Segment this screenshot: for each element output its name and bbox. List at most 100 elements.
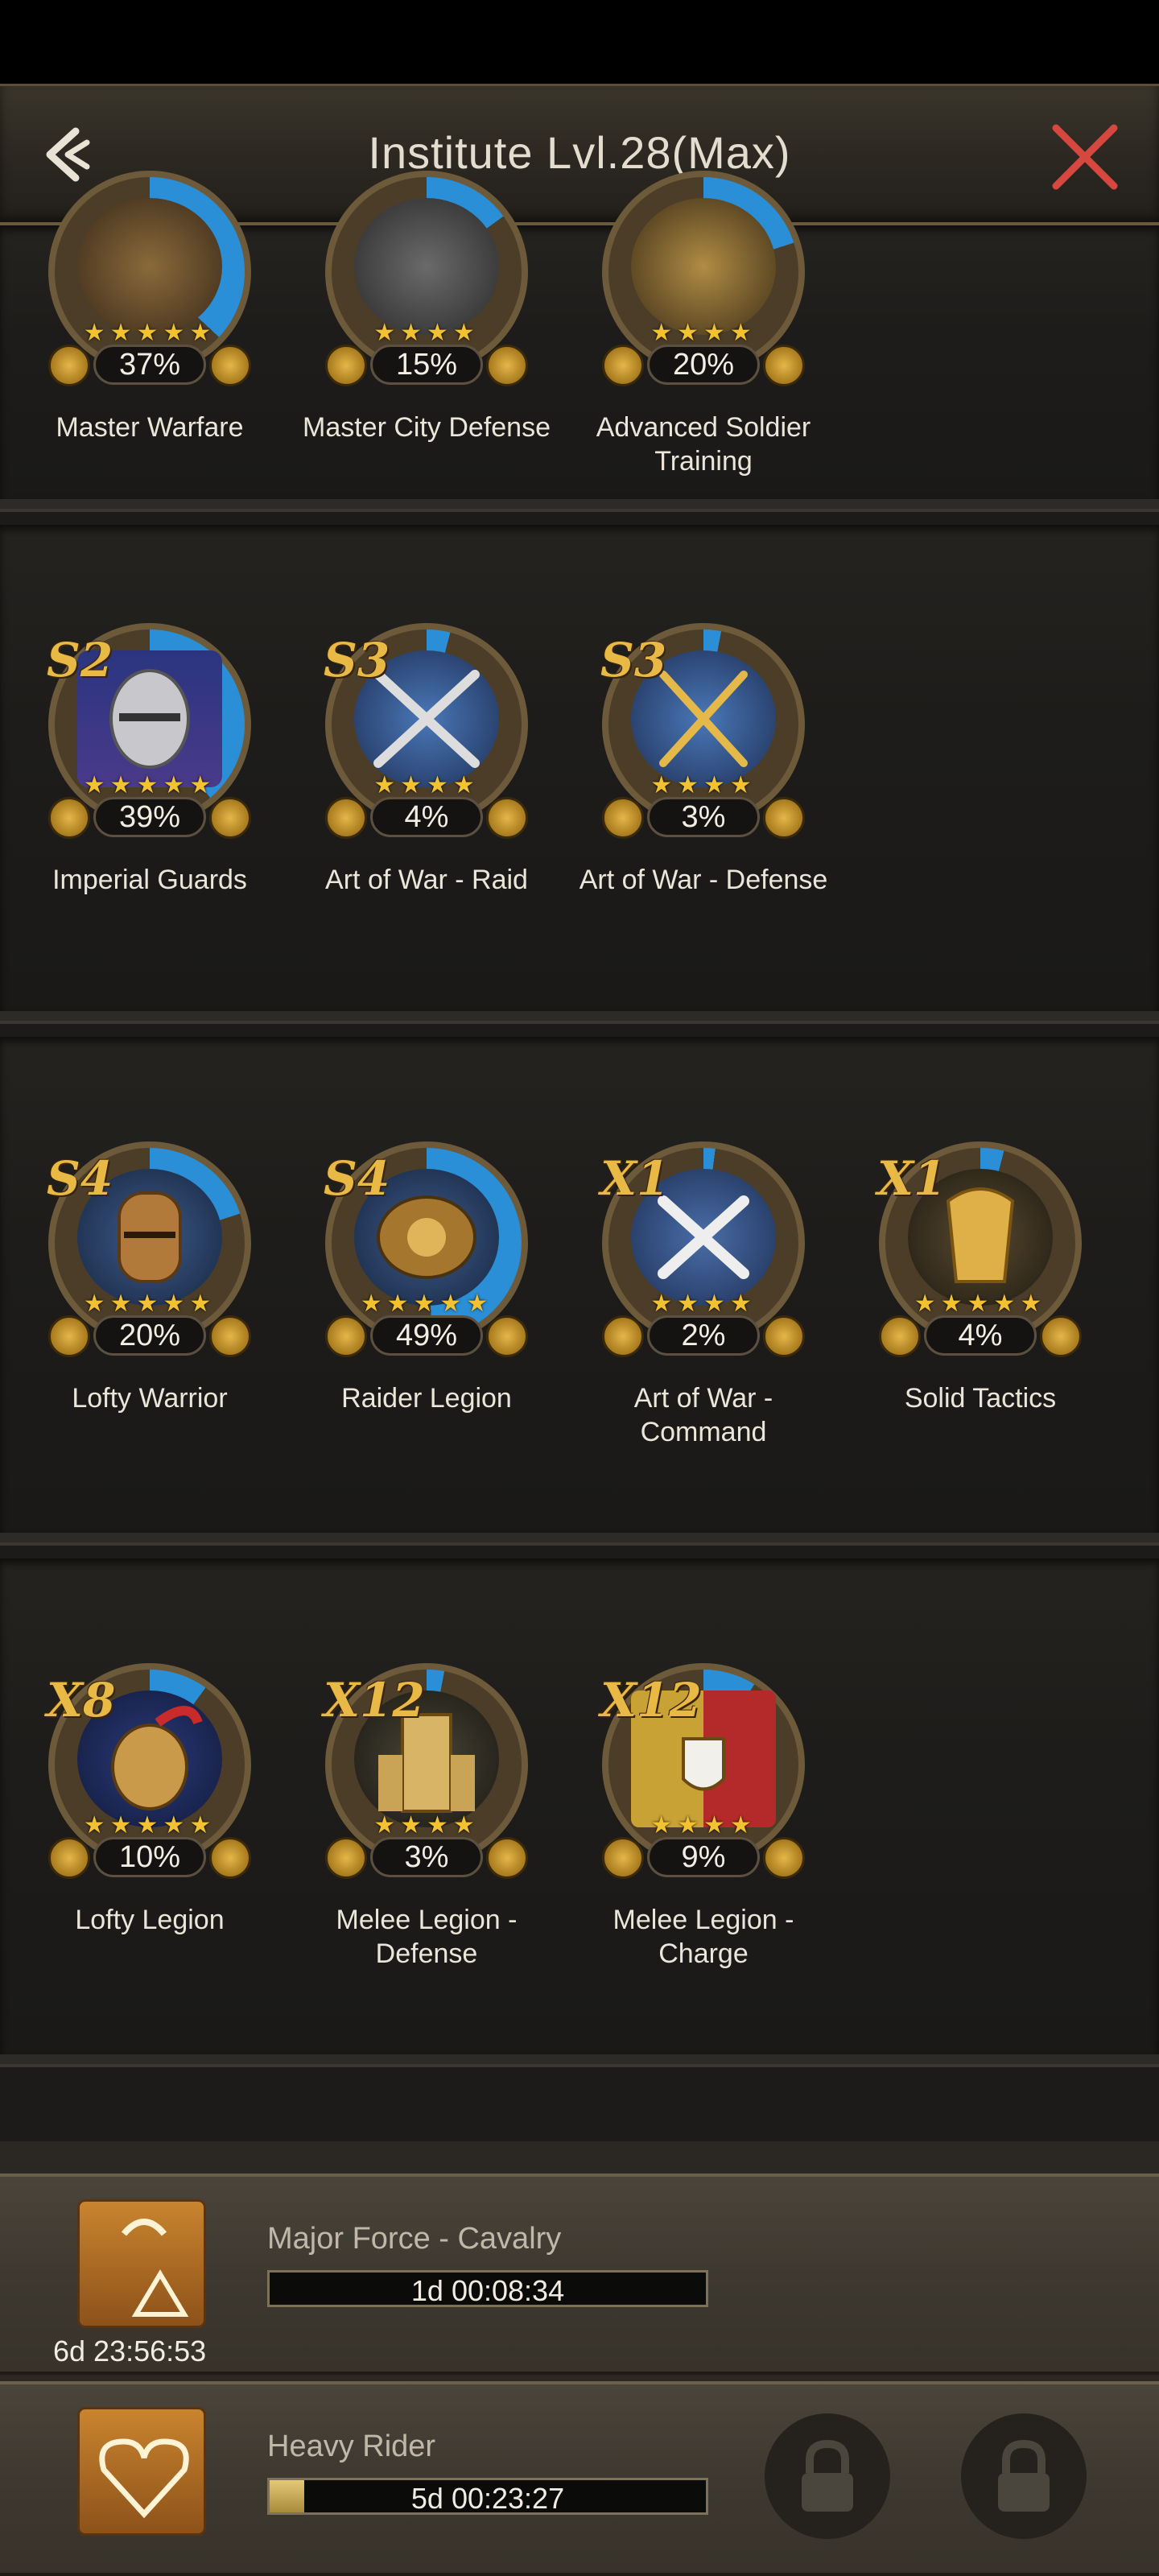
gear-icon <box>763 1837 805 1879</box>
tier-badge: X12 <box>600 1673 702 1728</box>
tech-tile[interactable]: S3 ★★★★ 4% Art of War - Raid <box>299 613 554 961</box>
queue-item-active[interactable]: Major Force - Cavalry 1d 00:08:34 6d 23:… <box>0 2174 1159 2375</box>
progress-percent: 9% <box>647 1837 760 1877</box>
gear-icon <box>879 1315 921 1357</box>
tech-label: Advanced Soldier Training <box>596 412 811 477</box>
gear-icon <box>1040 1315 1082 1357</box>
tech-label: Melee Legion - Defense <box>336 1905 518 1969</box>
tech-label: Art of War - Defense <box>579 865 828 895</box>
tech-tile[interactable]: S3 ★★★★ 3% Art of War - Defense <box>576 613 831 961</box>
star-rating: ★★★★★ <box>83 1812 217 1839</box>
progress-time: 1d 00:08:34 <box>410 2274 565 2307</box>
tech-icon-frame: X12 ★★★★ 3% <box>307 1653 546 1892</box>
gear-icon <box>325 1837 367 1879</box>
gear-icon <box>763 345 805 386</box>
gear-icon <box>486 345 528 386</box>
gear-icon <box>48 1315 90 1357</box>
tech-row-4: X8 ★★★★★ 10% Lofty Legion X12 ★★★★ 3% Me… <box>0 1558 1159 2067</box>
tech-label: Art of War - Raid <box>325 865 528 895</box>
warfare-art-icon <box>77 198 222 335</box>
progress-percent: 15% <box>370 345 483 385</box>
tech-icon-frame: ★★★★ 15% <box>307 161 546 399</box>
tech-row-1: ★★★★★ 37% Master Warfare ★★★★ 15% Master… <box>0 171 1159 512</box>
gear-icon <box>486 1837 528 1879</box>
tech-tile[interactable]: ★★★★ 20% Advanced Soldier Training <box>576 161 831 509</box>
gear-icon <box>763 1315 805 1357</box>
gear-icon <box>209 345 251 386</box>
tech-icon-frame: ★★★★★ 37% <box>31 161 269 399</box>
gear-icon <box>48 345 90 386</box>
tech-icon-frame: X8 ★★★★★ 10% <box>31 1653 269 1892</box>
tech-label: Melee Legion - Charge <box>612 1905 794 1969</box>
star-rating: ★★★★★ <box>83 320 217 346</box>
gear-icon <box>602 797 644 839</box>
tier-badge: X1 <box>877 1151 947 1206</box>
gear-icon <box>209 1315 251 1357</box>
tech-icon-frame: S3 ★★★★ 4% <box>307 613 546 852</box>
tier-badge: S3 <box>324 633 390 687</box>
gear-icon <box>602 1315 644 1357</box>
star-rating: ★★★★ <box>373 320 480 346</box>
research-progress-bar: 1d 00:08:34 <box>267 2270 708 2307</box>
tech-tile[interactable]: S4 ★★★★★ 49% Raider Legion <box>299 1132 554 1480</box>
tech-label: Master City Defense <box>303 412 551 443</box>
tech-tile[interactable]: X8 ★★★★★ 10% Lofty Legion <box>23 1653 277 2001</box>
gear-icon <box>325 345 367 386</box>
tech-tile[interactable]: X1 ★★★★★ 4% Solid Tactics <box>853 1132 1107 1480</box>
research-queue-panel: Major Force - Cavalry 1d 00:08:34 6d 23:… <box>0 2141 1159 2576</box>
soldier-training-art-icon <box>631 198 776 335</box>
lock-icon <box>998 2439 1050 2512</box>
progress-percent: 3% <box>647 797 760 837</box>
gear-icon <box>209 797 251 839</box>
tech-label: Art of War - Command <box>633 1383 773 1447</box>
tech-label: Master Warfare <box>56 412 244 443</box>
star-rating: ★★★★ <box>373 772 480 799</box>
tech-label: Lofty Legion <box>75 1905 225 1935</box>
horseshoe-heart-icon <box>77 2407 206 2536</box>
tech-icon-frame: S3 ★★★★ 3% <box>584 613 823 852</box>
tech-icon-frame: ★★★★ 20% <box>584 161 823 399</box>
locked-slot-button[interactable] <box>961 2413 1087 2539</box>
research-progress-bar: 5d 00:23:27 <box>267 2478 708 2515</box>
tech-tile[interactable]: ★★★★★ 37% Master Warfare <box>23 161 277 509</box>
star-rating: ★★★★★ <box>83 1290 217 1317</box>
tech-tile[interactable]: X12 ★★★★ 3% Melee Legion - Defense <box>299 1653 554 2001</box>
tier-badge: X1 <box>600 1151 670 1206</box>
tech-row-3: S4 ★★★★★ 20% Lofty Warrior S4 ★★★★★ 49% … <box>0 1037 1159 1546</box>
tier-badge: S4 <box>324 1151 390 1206</box>
gear-icon <box>602 345 644 386</box>
tech-icon-frame: S4 ★★★★★ 49% <box>307 1132 546 1370</box>
queue-item-pending[interactable]: Heavy Rider 5d 00:23:27 <box>0 2381 1159 2576</box>
progress-percent: 37% <box>93 345 206 385</box>
progress-percent: 10% <box>93 1837 206 1877</box>
gear-icon <box>486 797 528 839</box>
tech-tile[interactable]: X12 ★★★★ 9% Melee Legion - Charge <box>576 1653 831 2001</box>
tech-icon-frame: S2 ★★★★★ 39% <box>31 613 269 852</box>
tier-badge: X12 <box>324 1673 425 1728</box>
tech-icon-frame: X12 ★★★★ 9% <box>584 1653 823 1892</box>
tier-badge: S2 <box>47 633 113 687</box>
star-rating: ★★★★ <box>650 1812 757 1839</box>
tech-tile[interactable]: ★★★★ 15% Master City Defense <box>299 161 554 509</box>
gear-icon <box>602 1837 644 1879</box>
close-button[interactable] <box>1046 118 1124 196</box>
gear-icon <box>48 797 90 839</box>
star-rating: ★★★★★ <box>83 772 217 799</box>
queue-item-name: Major Force - Cavalry <box>267 2222 562 2256</box>
close-icon <box>1052 124 1118 190</box>
progress-time: 5d 00:23:27 <box>410 2482 565 2515</box>
lock-icon <box>802 2439 853 2512</box>
tech-tile[interactable]: S4 ★★★★★ 20% Lofty Warrior <box>23 1132 277 1480</box>
tech-icon-frame: S4 ★★★★★ 20% <box>31 1132 269 1370</box>
tech-tree-scroll-area[interactable]: ★★★★★ 37% Master Warfare ★★★★ 15% Master… <box>0 171 1159 2141</box>
tech-label: Raider Legion <box>341 1383 512 1414</box>
horseshoe-triangle-icon <box>77 2199 206 2328</box>
locked-slot-button[interactable] <box>765 2413 890 2539</box>
star-rating: ★★★★★ <box>360 1290 493 1317</box>
tech-tile[interactable]: X1 ★★★★ 2% Art of War - Command <box>576 1132 831 1480</box>
queue-item-name: Heavy Rider <box>267 2429 436 2463</box>
progress-percent: 20% <box>93 1315 206 1356</box>
tech-tile[interactable]: S2 ★★★★★ 39% Imperial Guards <box>23 613 277 961</box>
gear-icon <box>325 1315 367 1357</box>
tech-icon-frame: X1 ★★★★ 2% <box>584 1132 823 1370</box>
